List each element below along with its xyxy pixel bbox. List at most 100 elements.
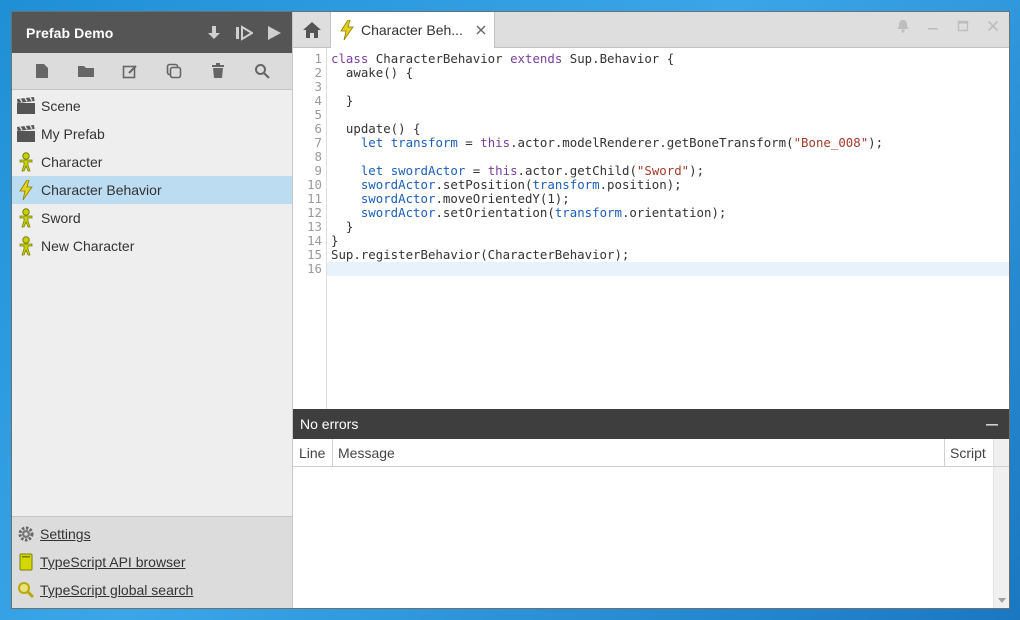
new-asset-button[interactable] [29, 58, 55, 84]
new-file-icon [36, 64, 48, 78]
folder-icon [78, 66, 94, 77]
line-number: 12 [307, 205, 322, 220]
tab-bar: Character Beh... [293, 12, 1009, 48]
notifications-button[interactable] [895, 18, 911, 34]
minimize-icon [928, 28, 938, 30]
global-search-label: TypeScript global search [40, 582, 194, 598]
close-window-button[interactable] [985, 18, 1001, 34]
code-line[interactable] [331, 108, 1009, 122]
settings-link[interactable]: Settings [12, 520, 292, 548]
code-line[interactable]: awake() { [331, 66, 1009, 80]
trash-button[interactable] [205, 58, 231, 84]
code-line[interactable]: } [331, 234, 1009, 248]
duplicate-button[interactable] [161, 58, 187, 84]
code-line[interactable]: update() { [331, 122, 1009, 136]
column-message[interactable]: Message [333, 439, 945, 466]
code-line[interactable]: class CharacterBehavior extends Sup.Beha… [331, 52, 1009, 66]
column-script[interactable]: Script [945, 439, 993, 466]
column-line[interactable]: Line [293, 439, 333, 466]
tab-close-button[interactable] [474, 23, 488, 37]
code-line[interactable]: swordActor.moveOrientedY(1); [331, 192, 1009, 206]
line-number: 4 [314, 93, 322, 108]
sidebar: Prefab Demo Scene My Prefab Character Ch… [12, 12, 293, 608]
line-number: 16 [307, 261, 322, 276]
close-icon [987, 20, 999, 32]
line-number: 2 [314, 65, 322, 80]
character-icon [15, 207, 37, 229]
line-number: 14 [307, 233, 322, 248]
magnifier-icon [15, 579, 37, 601]
close-icon [476, 25, 486, 35]
tree-item-new-character[interactable]: New Character [12, 232, 292, 260]
download-button[interactable] [204, 23, 224, 43]
tree-item-sword[interactable]: Sword [12, 204, 292, 232]
maximize-icon [957, 20, 969, 32]
clapperboard-icon [15, 123, 37, 145]
minimize-button[interactable] [925, 18, 941, 34]
errors-table-body [293, 467, 1009, 608]
book-icon [15, 551, 37, 573]
play-button[interactable] [264, 23, 284, 43]
global-search-link[interactable]: TypeScript global search [12, 576, 292, 604]
download-icon [208, 25, 220, 39]
errors-scrollbar[interactable] [993, 467, 1009, 608]
tree-item-character[interactable]: Character [12, 148, 292, 176]
trash-icon [212, 63, 224, 78]
code-line[interactable]: } [331, 94, 1009, 108]
home-tab[interactable] [293, 12, 331, 47]
code-line[interactable] [331, 150, 1009, 164]
debug-button[interactable] [234, 23, 254, 43]
window-controls [895, 12, 1001, 40]
tree-item-scene[interactable]: Scene [12, 92, 292, 120]
api-browser-link[interactable]: TypeScript API browser [12, 548, 292, 576]
project-title: Prefab Demo [26, 24, 114, 41]
duplicate-icon [166, 63, 182, 79]
search-icon [255, 64, 270, 79]
line-number: 5 [314, 107, 322, 122]
code-line[interactable]: let swordActor = this.actor.getChild("Sw… [331, 164, 1009, 178]
character-icon [15, 235, 37, 257]
code-line[interactable]: Sup.registerBehavior(CharacterBehavior); [331, 248, 1009, 262]
gear-icon [15, 523, 37, 545]
tree-item-label: Character Behavior [41, 182, 162, 198]
tree-item-label: Character [41, 154, 103, 170]
scroll-down-arrow[interactable] [998, 598, 1006, 603]
line-number: 11 [307, 191, 322, 206]
search-button[interactable] [249, 58, 275, 84]
play-icon [268, 25, 281, 40]
code-line[interactable] [327, 262, 1009, 276]
code-content[interactable]: class CharacterBehavior extends Sup.Beha… [327, 48, 1009, 409]
tree-item-label: Sword [41, 210, 81, 226]
bell-icon [897, 20, 909, 33]
line-number: 9 [314, 163, 322, 178]
tree-item-label: Scene [41, 98, 81, 114]
new-folder-button[interactable] [73, 58, 99, 84]
code-line[interactable]: let transform = this.actor.modelRenderer… [331, 136, 1009, 150]
collapse-errors-button[interactable] [985, 416, 999, 430]
code-line[interactable] [331, 80, 1009, 94]
code-editor[interactable]: 1 2 3 4 5 6 7 8 9 10 11 12 13 14 15 16 c… [293, 48, 1009, 409]
settings-label: Settings [40, 526, 91, 542]
code-line[interactable]: swordActor.setPosition(transform.positio… [331, 178, 1009, 192]
code-line[interactable]: } [331, 220, 1009, 234]
maximize-button[interactable] [955, 18, 971, 34]
tree-item-my-prefab[interactable]: My Prefab [12, 120, 292, 148]
line-number: 10 [307, 177, 322, 192]
code-line[interactable]: swordActor.setOrientation(transform.orie… [331, 206, 1009, 220]
line-number: 3 [314, 79, 322, 94]
sidebar-footer: Settings TypeScript API browser TypeScri… [12, 516, 292, 608]
line-number: 8 [314, 149, 322, 164]
edit-icon [122, 65, 137, 79]
main-panel: Character Beh... 1 2 3 4 5 6 7 8 9 10 11… [293, 12, 1009, 608]
line-number: 15 [307, 247, 322, 262]
line-number-gutter: 1 2 3 4 5 6 7 8 9 10 11 12 13 14 15 16 [293, 48, 327, 409]
line-number: 1 [314, 51, 322, 66]
step-play-icon [236, 24, 253, 41]
home-icon [302, 21, 321, 38]
tab-character-behavior[interactable]: Character Beh... [331, 12, 495, 48]
rename-button[interactable] [117, 58, 143, 84]
errors-rows [293, 467, 993, 608]
tree-item-character-behavior[interactable]: Character Behavior [12, 176, 292, 204]
errors-header: No errors [293, 409, 1009, 439]
lightning-icon [337, 19, 357, 41]
